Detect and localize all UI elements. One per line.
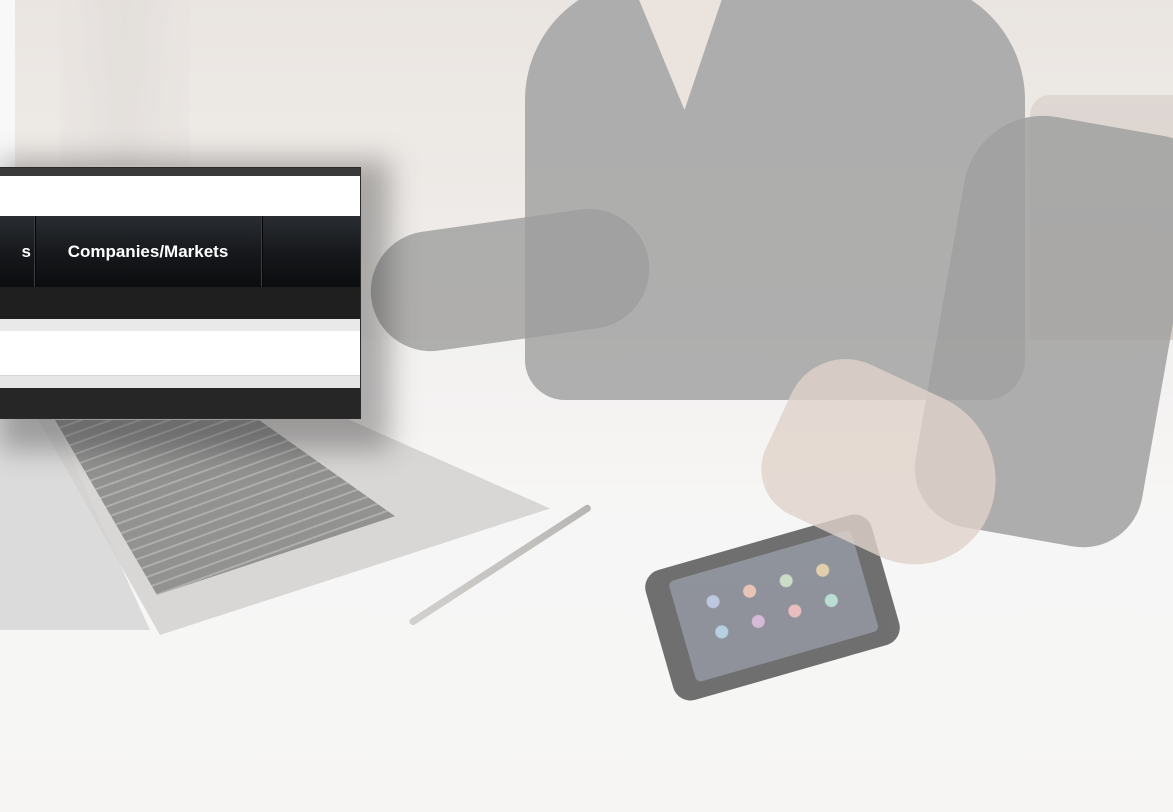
sub-navigation-bar <box>0 287 360 319</box>
nav-item-label: s <box>21 241 31 261</box>
nav-item-companies-markets[interactable]: Companies/Markets <box>35 216 261 287</box>
main-navigation: s Companies/Markets <box>0 216 360 287</box>
content-separator <box>0 319 360 331</box>
nav-item-clipped[interactable]: s <box>0 216 34 287</box>
nav-item-label: Companies/Markets <box>67 241 229 261</box>
content-separator <box>0 376 360 388</box>
site-header <box>0 176 360 216</box>
nav-divider <box>261 216 262 287</box>
website-panel: s Companies/Markets <box>0 168 360 418</box>
panel-top-bar <box>0 168 360 176</box>
content-area <box>0 331 360 376</box>
screen: s Companies/Markets <box>0 0 1173 812</box>
footer-bar <box>0 388 360 418</box>
